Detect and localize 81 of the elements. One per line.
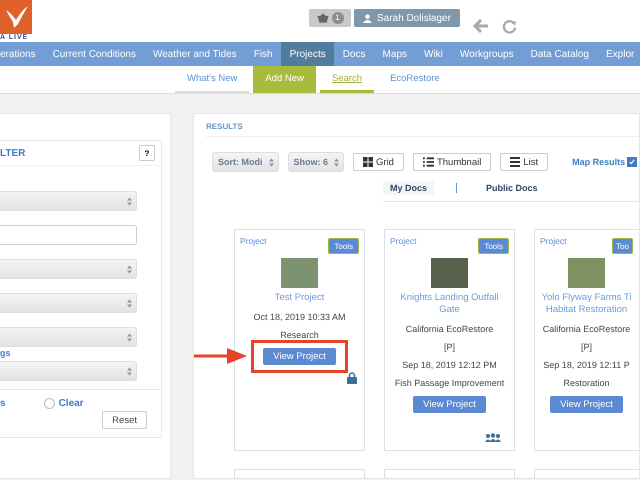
cart-count: 1 (332, 12, 344, 24)
nav-item[interactable]: Weather and Tides (144, 42, 246, 66)
nav-item[interactable]: Docs (334, 42, 374, 66)
select-field[interactable] (0, 191, 137, 211)
reset-button[interactable]: Reset (102, 411, 147, 429)
nav-item[interactable]: erations (0, 42, 44, 66)
view-project-button[interactable]: View Project (550, 396, 623, 413)
project-title-link[interactable]: Knights Landing Outfall Gate (390, 292, 509, 316)
nav-item[interactable]: Projects (281, 42, 334, 66)
updown-icon (127, 366, 132, 376)
nav-item[interactable]: Workgroups (451, 42, 522, 66)
show-dropdown[interactable]: Show: 6 (288, 152, 344, 172)
card-text: California EcoRestore (406, 324, 494, 334)
card-type: Project (240, 236, 266, 246)
filter-link[interactable]: s (0, 398, 6, 409)
clear-checkbox[interactable] (44, 398, 55, 409)
card-text: Fish Passage Improvement (394, 378, 504, 388)
person-icon (363, 14, 372, 22)
nav-item[interactable]: Wiki (416, 42, 452, 66)
updown-icon (127, 264, 132, 274)
card-text: [P] (580, 342, 592, 352)
add-new-button[interactable]: Add New (253, 66, 316, 93)
photo-placeholder (431, 258, 468, 288)
photo-placeholder (568, 258, 605, 288)
view-button[interactable]: List (500, 153, 548, 171)
tools-button[interactable]: Tools (328, 238, 359, 254)
cart-button[interactable]: 1 (309, 9, 351, 27)
grid-icon (363, 157, 374, 167)
view-project-button[interactable]: View Project (263, 348, 336, 365)
select-field[interactable] (0, 293, 137, 313)
nav-item[interactable]: Maps (374, 42, 416, 66)
select-field[interactable] (0, 361, 137, 381)
nav-item[interactable]: Fish (245, 42, 282, 66)
basket-icon (316, 13, 328, 23)
map-results-checkbox[interactable] (627, 157, 638, 167)
back-arrow-icon[interactable] (472, 19, 489, 33)
clear-label: Clear (58, 398, 84, 409)
card-text: California EcoRestore (542, 324, 630, 334)
card-type: Project (540, 236, 566, 246)
view-button[interactable]: Grid (353, 153, 404, 171)
user-button[interactable]: Sarah Dolislager (354, 9, 460, 27)
updown-icon (127, 298, 132, 308)
card-text: Research (280, 330, 319, 340)
tools-button[interactable]: Tools (478, 238, 509, 254)
select-field[interactable] (0, 259, 137, 279)
subnav-tab[interactable]: EcoRestore (378, 66, 452, 93)
view-button[interactable]: Thumbnail (412, 153, 492, 171)
filter-title: LTER (0, 148, 26, 158)
updown-icon (268, 158, 274, 166)
input-field[interactable] (0, 225, 137, 245)
subnav-tab[interactable]: What's New (175, 66, 250, 93)
nav-item[interactable]: Current Conditions (44, 42, 144, 66)
help-button[interactable]: ? (139, 145, 155, 161)
docs-tab[interactable]: My Docs (383, 181, 434, 195)
card-type: Project (390, 236, 416, 246)
card-text: Sep 18, 2019 12:11 P (543, 360, 630, 370)
project-title-link[interactable]: Yolo Flyway Farms Ti Habitat Restoration (540, 292, 633, 316)
list-icon (422, 157, 434, 167)
updown-icon (127, 332, 132, 342)
results-title: RESULTS (206, 122, 639, 137)
project-title-link[interactable]: Test Project (274, 292, 324, 304)
refresh-icon[interactable] (502, 19, 517, 34)
view-project-button[interactable]: View Project (413, 396, 486, 413)
menu-icon (510, 157, 520, 167)
nav-item[interactable]: Data Catalog (522, 42, 598, 66)
nav-item[interactable]: Explor (598, 42, 640, 66)
docs-tab[interactable]: Public Docs (479, 181, 545, 195)
card-text: Sep 18, 2019 12:12 PM (402, 360, 497, 370)
select-field[interactable] (0, 327, 137, 347)
subnav-tab[interactable]: Search (320, 66, 374, 93)
updown-icon (127, 196, 132, 206)
card-text: Oct 18, 2019 10:33 AM (253, 312, 346, 322)
photo-placeholder (281, 258, 318, 288)
map-results-label: Map Results (572, 157, 626, 167)
sort-dropdown[interactable]: Sort: Modi (212, 152, 278, 172)
filter-link[interactable]: gs (0, 349, 11, 357)
card-text: Restoration (563, 378, 610, 388)
updown-icon (334, 158, 340, 166)
card-text: [P] (444, 342, 455, 352)
tools-button[interactable]: Too (612, 238, 633, 254)
check-icon (629, 159, 636, 165)
